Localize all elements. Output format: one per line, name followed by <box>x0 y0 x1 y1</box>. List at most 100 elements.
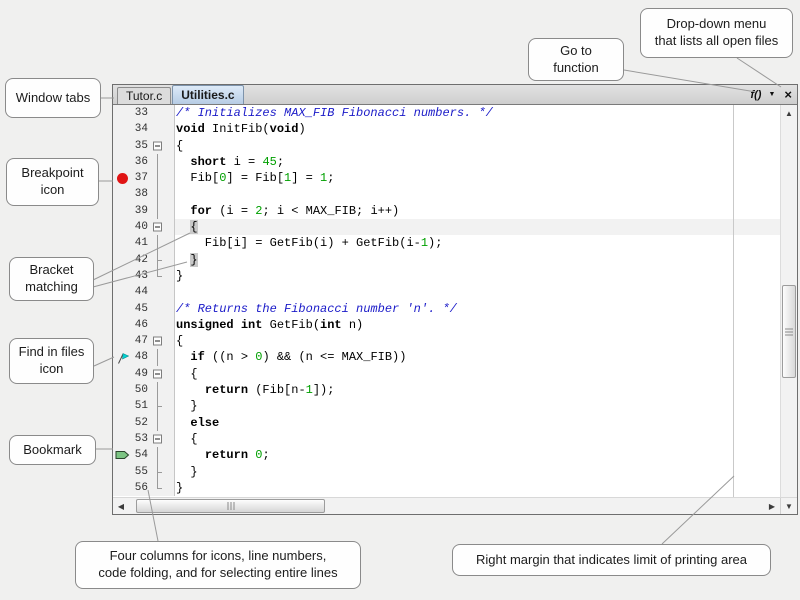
vertical-scrollbar[interactable]: ▲ <box>780 105 797 497</box>
horizontal-scrollbar[interactable]: ◀ ▶ ▼ <box>113 497 797 514</box>
line-number[interactable]: 41 <box>131 235 151 251</box>
line-select-column-cell[interactable] <box>165 415 175 431</box>
goto-function-button[interactable]: f() <box>750 89 761 101</box>
horizontal-scroll-track[interactable] <box>129 498 764 514</box>
line-number[interactable]: 50 <box>131 382 151 398</box>
breakpoint-icon[interactable] <box>117 173 128 184</box>
line-select-column-cell[interactable] <box>165 186 175 202</box>
line-number[interactable]: 35 <box>131 138 151 154</box>
line-select-column-cell[interactable] <box>165 203 175 219</box>
fold-column-cell[interactable] <box>151 398 165 414</box>
line-number[interactable]: 39 <box>131 203 151 219</box>
line-number[interactable]: 38 <box>131 186 151 202</box>
line-select-column-cell[interactable] <box>165 268 175 284</box>
fold-column-cell[interactable] <box>151 203 165 219</box>
fold-column-cell[interactable] <box>151 301 165 317</box>
icon-column-cell[interactable] <box>113 252 131 268</box>
line-number[interactable]: 44 <box>131 284 151 300</box>
line-number[interactable]: 56 <box>131 480 151 496</box>
line-select-column-cell[interactable] <box>165 301 175 317</box>
icon-column-cell[interactable] <box>113 333 131 349</box>
fold-column-cell[interactable] <box>151 415 165 431</box>
fold-column-cell[interactable] <box>151 317 165 333</box>
line-number[interactable]: 51 <box>131 398 151 414</box>
icon-column-cell[interactable] <box>113 301 131 317</box>
icon-column-cell[interactable] <box>113 398 131 414</box>
code-fold-collapse-icon[interactable] <box>153 141 162 150</box>
line-number[interactable]: 54 <box>131 447 151 463</box>
bookmark-icon[interactable] <box>115 448 130 462</box>
fold-column-cell[interactable] <box>151 170 165 186</box>
line-number[interactable]: 43 <box>131 268 151 284</box>
horizontal-scroll-thumb[interactable] <box>136 499 325 513</box>
line-number[interactable]: 52 <box>131 415 151 431</box>
tab-utilities-c[interactable]: Utilities.c <box>172 85 243 104</box>
line-number[interactable]: 49 <box>131 366 151 382</box>
line-select-column-cell[interactable] <box>165 284 175 300</box>
scroll-down-icon[interactable]: ▼ <box>780 498 797 514</box>
fold-column-cell[interactable] <box>151 138 165 154</box>
line-select-column-cell[interactable] <box>165 252 175 268</box>
scroll-right-icon[interactable]: ▶ <box>764 498 780 514</box>
fold-column-cell[interactable] <box>151 464 165 480</box>
fold-column-cell[interactable] <box>151 333 165 349</box>
line-select-column-cell[interactable] <box>165 317 175 333</box>
fold-column-cell[interactable] <box>151 105 165 121</box>
line-number[interactable]: 42 <box>131 252 151 268</box>
scroll-left-icon[interactable]: ◀ <box>113 498 129 514</box>
icon-column-cell[interactable] <box>113 284 131 300</box>
line-select-column-cell[interactable] <box>165 105 175 121</box>
fold-column-cell[interactable] <box>151 349 165 365</box>
line-select-column-cell[interactable] <box>165 382 175 398</box>
code-fold-collapse-icon[interactable] <box>153 223 162 232</box>
line-number[interactable]: 45 <box>131 301 151 317</box>
icon-column-cell[interactable] <box>113 415 131 431</box>
scroll-up-icon[interactable]: ▲ <box>781 105 797 121</box>
close-icon[interactable]: × <box>784 88 792 101</box>
line-number[interactable]: 36 <box>131 154 151 170</box>
line-number[interactable]: 33 <box>131 105 151 121</box>
icon-column-cell[interactable] <box>113 170 131 186</box>
fold-column-cell[interactable] <box>151 431 165 447</box>
find-in-files-icon[interactable] <box>115 351 129 365</box>
line-number[interactable]: 34 <box>131 121 151 137</box>
line-number[interactable]: 47 <box>131 333 151 349</box>
code-fold-collapse-icon[interactable] <box>153 337 162 346</box>
fold-column-cell[interactable] <box>151 284 165 300</box>
line-select-column-cell[interactable] <box>165 235 175 251</box>
line-select-column-cell[interactable] <box>165 154 175 170</box>
fold-column-cell[interactable] <box>151 268 165 284</box>
line-select-column-cell[interactable] <box>165 366 175 382</box>
fold-column-cell[interactable] <box>151 447 165 463</box>
line-select-column-cell[interactable] <box>165 447 175 463</box>
icon-column-cell[interactable] <box>113 382 131 398</box>
icon-column-cell[interactable] <box>113 154 131 170</box>
icon-column-cell[interactable] <box>113 219 131 235</box>
icon-column-cell[interactable] <box>113 121 131 137</box>
line-select-column-cell[interactable] <box>165 170 175 186</box>
icon-column-cell[interactable] <box>113 349 131 365</box>
fold-column-cell[interactable] <box>151 154 165 170</box>
icon-column-cell[interactable] <box>113 464 131 480</box>
line-select-column-cell[interactable] <box>165 398 175 414</box>
icon-column-cell[interactable] <box>113 317 131 333</box>
line-select-column-cell[interactable] <box>165 464 175 480</box>
line-number[interactable]: 55 <box>131 464 151 480</box>
icon-column-cell[interactable] <box>113 235 131 251</box>
fold-column-cell[interactable] <box>151 235 165 251</box>
line-number[interactable]: 46 <box>131 317 151 333</box>
icon-column-cell[interactable] <box>113 203 131 219</box>
tab-tutor-c[interactable]: Tutor.c <box>117 87 171 104</box>
fold-column-cell[interactable] <box>151 219 165 235</box>
icon-column-cell[interactable] <box>113 480 131 496</box>
line-select-column-cell[interactable] <box>165 333 175 349</box>
line-select-column-cell[interactable] <box>165 431 175 447</box>
fold-column-cell[interactable] <box>151 121 165 137</box>
line-select-column-cell[interactable] <box>165 121 175 137</box>
fold-column-cell[interactable] <box>151 252 165 268</box>
code-area[interactable]: 33/* Initializes MAX_FIB Fibonacci numbe… <box>113 105 780 497</box>
icon-column-cell[interactable] <box>113 431 131 447</box>
fold-column-cell[interactable] <box>151 382 165 398</box>
icon-column-cell[interactable] <box>113 105 131 121</box>
line-number[interactable]: 37 <box>131 170 151 186</box>
